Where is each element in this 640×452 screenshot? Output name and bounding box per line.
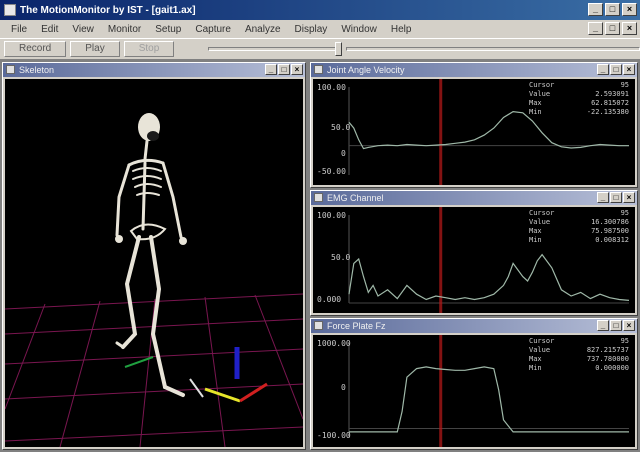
series-line [348, 253, 630, 301]
menu-window[interactable]: Window [334, 24, 384, 35]
axis-triad [124, 347, 268, 403]
chart1-minimize-button[interactable]: _ [597, 64, 609, 75]
chart1-close-button[interactable]: × [623, 64, 635, 75]
chart3-title: Force Plate Fz [327, 321, 386, 331]
stat-row: Min -22.135380 [529, 108, 629, 116]
chart1-plot-area[interactable]: 100.00 50.0 0 -50.00 Cursor 95 Value 2.593… [313, 79, 635, 185]
app-title-bar: The MotionMonitor by IST - [gait1.ax] _ … [0, 0, 640, 20]
chart1-stats: Cursor 95 Value 2.593091 Max 62.815072 Min -… [529, 81, 629, 117]
app-title: The MotionMonitor by IST - [gait1.ax] [20, 4, 196, 16]
stop-button[interactable]: Stop [123, 41, 175, 57]
chart1-ytick-zero: 0 [341, 149, 346, 158]
chart2-stats: Cursor 95 Value 16.300786 Max 75.987500 Min… [529, 209, 629, 245]
chart1-ytick-mid: 50.0 [331, 123, 351, 132]
range-slider-track[interactable] [346, 47, 640, 51]
stat-row: Value 16.300786 [529, 218, 629, 226]
chart2-ytick-mid: 50.0 [331, 253, 351, 262]
toolbar: Record Play Stop [0, 38, 640, 60]
menu-bar: File Edit View Monitor Setup Capture Ana… [0, 20, 640, 38]
mdi-workspace: Skeleton _ □ × Joint Angle Velocity _ □ … [0, 60, 640, 452]
chart2-title-bar[interactable]: EMG Channel _ □ × [311, 191, 637, 205]
chart3-maximize-button[interactable]: □ [610, 320, 622, 331]
chart1-window[interactable]: Joint Angle Velocity _ □ × 100.00 50.0 0… [310, 62, 638, 188]
chart1-title: Joint Angle Velocity [327, 65, 405, 75]
minimize-button[interactable]: _ [588, 3, 603, 16]
stat-row: Min 0.000000 [529, 364, 629, 372]
menu-view[interactable]: View [65, 24, 101, 35]
menu-help[interactable]: Help [384, 24, 419, 35]
chart3-window[interactable]: Force Plate Fz _ □ × 1000.00 0 -100.00 C… [310, 318, 638, 450]
chart1-ytick-top: 100.00 [317, 83, 346, 92]
skeleton-window[interactable]: Skeleton _ □ × [2, 62, 306, 450]
menu-monitor[interactable]: Monitor [101, 24, 148, 35]
time-slider-track[interactable] [208, 47, 337, 51]
chart3-ytick-zero: 0 [341, 383, 346, 392]
chart2-window[interactable]: EMG Channel _ □ × 100.00 50.0 0.000 Curs… [310, 190, 638, 316]
menu-display[interactable]: Display [288, 24, 335, 35]
window-icon [314, 321, 323, 330]
skeleton-window-title-bar[interactable]: Skeleton _ □ × [3, 63, 305, 77]
chart2-ytick-bottom: 0.000 [317, 295, 342, 304]
menu-setup[interactable]: Setup [148, 24, 188, 35]
skeleton-scene [5, 113, 303, 447]
skeleton-3d-viewport[interactable] [5, 79, 303, 447]
stat-row: Max 75.987500 [529, 227, 629, 235]
menu-analyze[interactable]: Analyze [238, 24, 288, 35]
menu-edit[interactable]: Edit [34, 24, 65, 35]
stat-row: Value 2.593091 [529, 90, 629, 98]
chart2-maximize-button[interactable]: □ [610, 192, 622, 203]
chart2-ytick-top: 100.00 [317, 211, 346, 220]
chart1-maximize-button[interactable]: □ [610, 64, 622, 75]
close-button[interactable]: × [622, 3, 637, 16]
chart2-title: EMG Channel [327, 193, 384, 203]
series-line [348, 110, 629, 150]
time-slider-thumb[interactable] [334, 42, 343, 56]
chart3-plot-area[interactable]: 1000.00 0 -100.00 Cursor 95 Value 827.2157… [313, 335, 635, 447]
stat-row: Min 0.008312 [529, 236, 629, 244]
chart3-ytick-bottom: -100.00 [317, 431, 351, 440]
skeleton-maximize-button[interactable]: □ [278, 64, 290, 75]
window-icon [6, 65, 15, 74]
stat-row: Value 827.215737 [529, 346, 629, 354]
stat-row: Max 737.780000 [529, 355, 629, 363]
skeleton-minimize-button[interactable]: _ [265, 64, 277, 75]
chart2-minimize-button[interactable]: _ [597, 192, 609, 203]
menu-capture[interactable]: Capture [188, 24, 238, 35]
app-icon [4, 4, 16, 16]
series-line [349, 366, 629, 433]
chart3-ytick-top: 1000.00 [317, 339, 351, 348]
stat-row: Cursor 95 [529, 81, 629, 89]
window-icon [314, 193, 323, 202]
mdi-close-button[interactable]: × [622, 22, 637, 35]
chart2-close-button[interactable]: × [623, 192, 635, 203]
stat-row: Cursor 95 [529, 337, 629, 345]
maximize-button[interactable]: □ [605, 3, 620, 16]
skeleton-figure [115, 113, 187, 397]
mdi-restore-button[interactable]: □ [605, 22, 620, 35]
chart3-stats: Cursor 95 Value 827.215737 Max 737.780000 M… [529, 337, 629, 373]
mdi-minimize-button[interactable]: _ [588, 22, 603, 35]
skeleton-close-button[interactable]: × [291, 64, 303, 75]
play-button[interactable]: Play [70, 41, 120, 57]
skeleton-window-title: Skeleton [19, 65, 55, 75]
window-icon [314, 65, 323, 74]
chart2-plot-area[interactable]: 100.00 50.0 0.000 Cursor 95 Value 16.30078… [313, 207, 635, 313]
chart3-title-bar[interactable]: Force Plate Fz _ □ × [311, 319, 637, 333]
stat-row: Cursor 95 [529, 209, 629, 217]
chart1-title-bar[interactable]: Joint Angle Velocity _ □ × [311, 63, 637, 77]
chart3-close-button[interactable]: × [623, 320, 635, 331]
menu-file[interactable]: File [4, 24, 34, 35]
stat-row: Max 62.815072 [529, 99, 629, 107]
chart3-minimize-button[interactable]: _ [597, 320, 609, 331]
record-button[interactable]: Record [4, 41, 67, 57]
chart1-ytick-bottom: -50.00 [317, 167, 346, 176]
